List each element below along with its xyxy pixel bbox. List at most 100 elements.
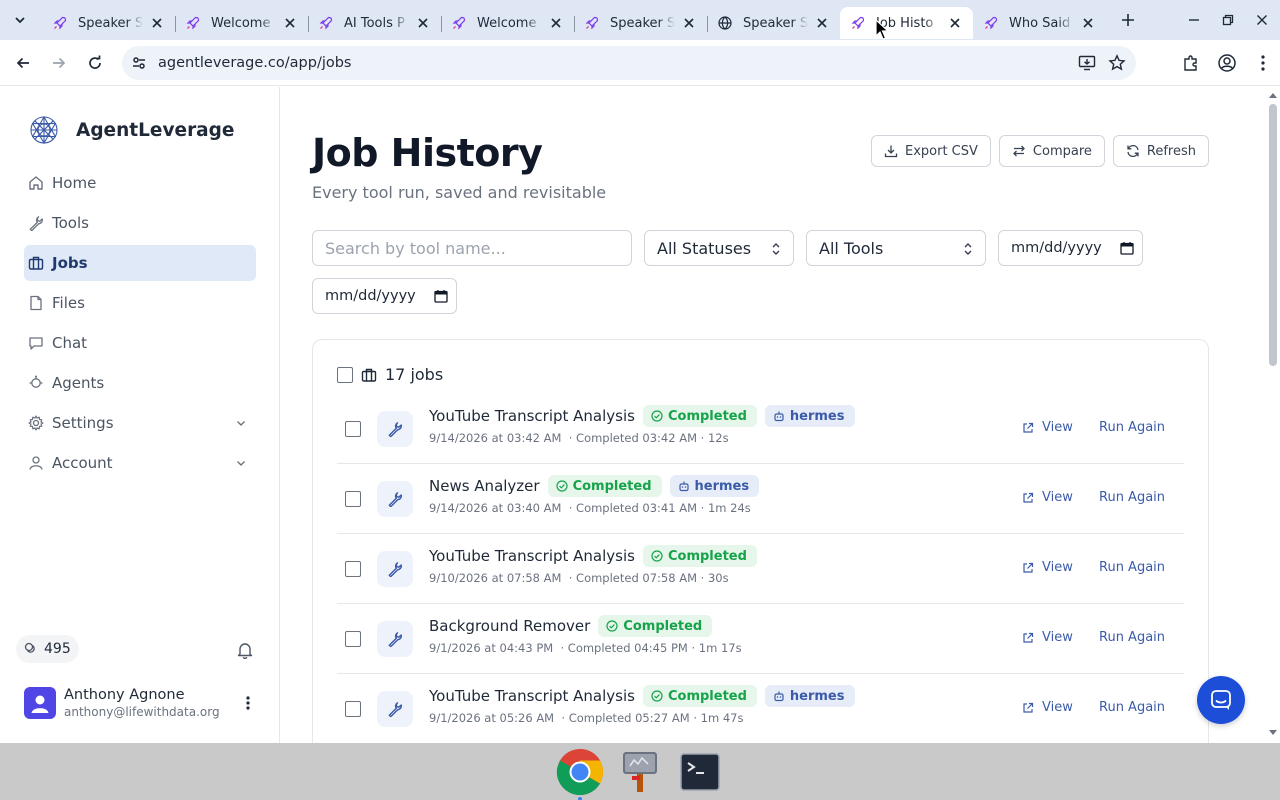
- chat-icon: [28, 335, 44, 351]
- close-tab-icon[interactable]: [548, 15, 564, 31]
- user-menu-kebab-icon[interactable]: [238, 693, 258, 713]
- rocket-icon: [584, 15, 600, 31]
- job-select-checkbox[interactable]: [345, 491, 361, 507]
- close-window-button[interactable]: [1246, 4, 1278, 36]
- compare-button[interactable]: Compare: [998, 135, 1105, 167]
- scroll-up-icon[interactable]: [1269, 91, 1277, 99]
- forward-button[interactable]: [42, 46, 76, 80]
- sidebar-item-label: Files: [52, 294, 85, 312]
- reload-button[interactable]: [78, 46, 112, 80]
- sidebar-item-chat[interactable]: Chat: [24, 325, 256, 361]
- status-badge-label: Completed: [667, 408, 747, 424]
- view-job-link[interactable]: View: [1022, 490, 1073, 505]
- close-tab-icon[interactable]: [814, 15, 830, 31]
- run-again-button[interactable]: Run Again: [1099, 420, 1165, 435]
- address-bar[interactable]: agentleverage.co/app/jobs: [122, 46, 1136, 80]
- new-tab-button[interactable]: [1114, 6, 1142, 34]
- refresh-label: Refresh: [1146, 143, 1196, 159]
- brand[interactable]: AgentLeverage: [28, 114, 234, 146]
- browser-tab[interactable]: Welcome: [175, 7, 308, 39]
- browser-tab[interactable]: Welcome: [441, 7, 574, 39]
- close-tab-icon[interactable]: [1080, 15, 1096, 31]
- terminal-taskbar-icon[interactable]: [676, 748, 724, 796]
- user-icon: [28, 455, 44, 471]
- job-row[interactable]: YouTube Transcript Analysis Completed 9/10…: [337, 534, 1184, 604]
- export-csv-button[interactable]: Export CSV: [871, 135, 991, 167]
- browser-tab[interactable]: Speaker S: [42, 7, 175, 39]
- job-select-checkbox[interactable]: [345, 701, 361, 717]
- view-job-link[interactable]: View: [1022, 630, 1073, 645]
- sidebar-item-label: Chat: [52, 334, 88, 352]
- sidebar-item-jobs[interactable]: Jobs: [24, 245, 256, 281]
- run-again-button[interactable]: Run Again: [1099, 630, 1165, 645]
- sidebar-item-agents[interactable]: Agents: [24, 365, 256, 401]
- sidebar-item-settings[interactable]: Settings: [24, 405, 256, 441]
- job-row[interactable]: News Analyzer Completed hermes 9/14/2026 at…: [337, 464, 1184, 534]
- credits-badge[interactable]: 495: [16, 635, 79, 663]
- sidebar-item-label: Settings: [52, 414, 114, 432]
- date-from-input[interactable]: mm/dd/yyyy: [998, 230, 1143, 266]
- tool-select-value: All Tools: [819, 238, 884, 258]
- select-all-checkbox[interactable]: [337, 366, 353, 383]
- close-tab-icon[interactable]: [415, 15, 431, 31]
- sidebar-item-tools[interactable]: Tools: [24, 205, 256, 241]
- close-tab-icon[interactable]: [681, 15, 697, 31]
- close-tab-icon[interactable]: [149, 15, 165, 31]
- browser-tab[interactable]: Who Said: [973, 7, 1106, 39]
- run-again-button[interactable]: Run Again: [1099, 700, 1165, 715]
- scroll-down-icon[interactable]: [1269, 729, 1277, 737]
- search-input[interactable]: Search by tool name...: [312, 230, 632, 266]
- user-profile[interactable]: Anthony Agnone anthony@lifewithdata.org: [24, 686, 260, 720]
- browser-tab[interactable]: Speaker S: [707, 7, 840, 39]
- job-tool-name: Background Remover: [429, 617, 591, 635]
- tool-select[interactable]: All Tools: [806, 230, 986, 266]
- run-again-button[interactable]: Run Again: [1099, 560, 1165, 575]
- back-button[interactable]: [6, 46, 40, 80]
- status-badge: Completed: [642, 545, 757, 567]
- job-select-checkbox[interactable]: [345, 421, 361, 437]
- calendar-icon[interactable]: [434, 289, 448, 303]
- settings-tool-taskbar-icon[interactable]: [616, 748, 664, 796]
- sidebar-item-files[interactable]: Files: [24, 285, 256, 321]
- select-arrows-icon: [771, 242, 781, 256]
- scrollbar-thumb[interactable]: [1269, 104, 1277, 366]
- support-chat-button[interactable]: [1197, 676, 1245, 724]
- install-app-icon[interactable]: [1072, 48, 1102, 78]
- notifications-bell-icon[interactable]: [234, 639, 256, 661]
- status-select-value: All Statuses: [657, 238, 752, 258]
- job-row[interactable]: YouTube Transcript Analysis Completed herm…: [337, 674, 1184, 743]
- rocket-icon: [451, 15, 467, 31]
- page-scrollbar[interactable]: [1266, 87, 1280, 743]
- close-tab-icon[interactable]: [282, 15, 298, 31]
- view-job-link[interactable]: View: [1022, 560, 1073, 575]
- sidebar-item-home[interactable]: Home: [24, 165, 256, 201]
- browser-tab[interactable]: Job Histo: [840, 7, 973, 39]
- run-again-button[interactable]: Run Again: [1099, 490, 1165, 505]
- chrome-taskbar-icon[interactable]: [556, 748, 604, 800]
- browser-menu-icon[interactable]: [1246, 46, 1280, 80]
- globe-icon: [717, 15, 733, 31]
- os-taskbar: [0, 743, 1280, 800]
- job-row[interactable]: Background Remover Completed 9/1/2026 at 0…: [337, 604, 1184, 674]
- view-job-link[interactable]: View: [1022, 700, 1073, 715]
- close-tab-icon[interactable]: [947, 15, 963, 31]
- site-info-icon[interactable]: [124, 48, 154, 78]
- job-meta: 9/1/2026 at 04:43 PM · Completed 04:45 P…: [429, 641, 742, 655]
- extensions-icon[interactable]: [1174, 46, 1208, 80]
- browser-tab[interactable]: AI Tools P: [308, 7, 441, 39]
- date-to-input[interactable]: mm/dd/yyyy: [312, 278, 457, 314]
- restore-button[interactable]: [1212, 4, 1244, 36]
- sidebar-item-account[interactable]: Account: [24, 445, 256, 481]
- browser-tab[interactable]: Speaker S: [574, 7, 707, 39]
- minimize-button[interactable]: [1178, 4, 1210, 36]
- refresh-button[interactable]: Refresh: [1112, 135, 1209, 167]
- job-select-checkbox[interactable]: [345, 561, 361, 577]
- job-select-checkbox[interactable]: [345, 631, 361, 647]
- bookmark-star-icon[interactable]: [1102, 48, 1132, 78]
- view-job-link[interactable]: View: [1022, 420, 1073, 435]
- status-select[interactable]: All Statuses: [644, 230, 794, 266]
- job-row[interactable]: YouTube Transcript Analysis Completed herm…: [337, 394, 1184, 464]
- profile-icon[interactable]: [1210, 46, 1244, 80]
- calendar-icon[interactable]: [1120, 241, 1134, 255]
- tab-search-button[interactable]: [6, 6, 34, 34]
